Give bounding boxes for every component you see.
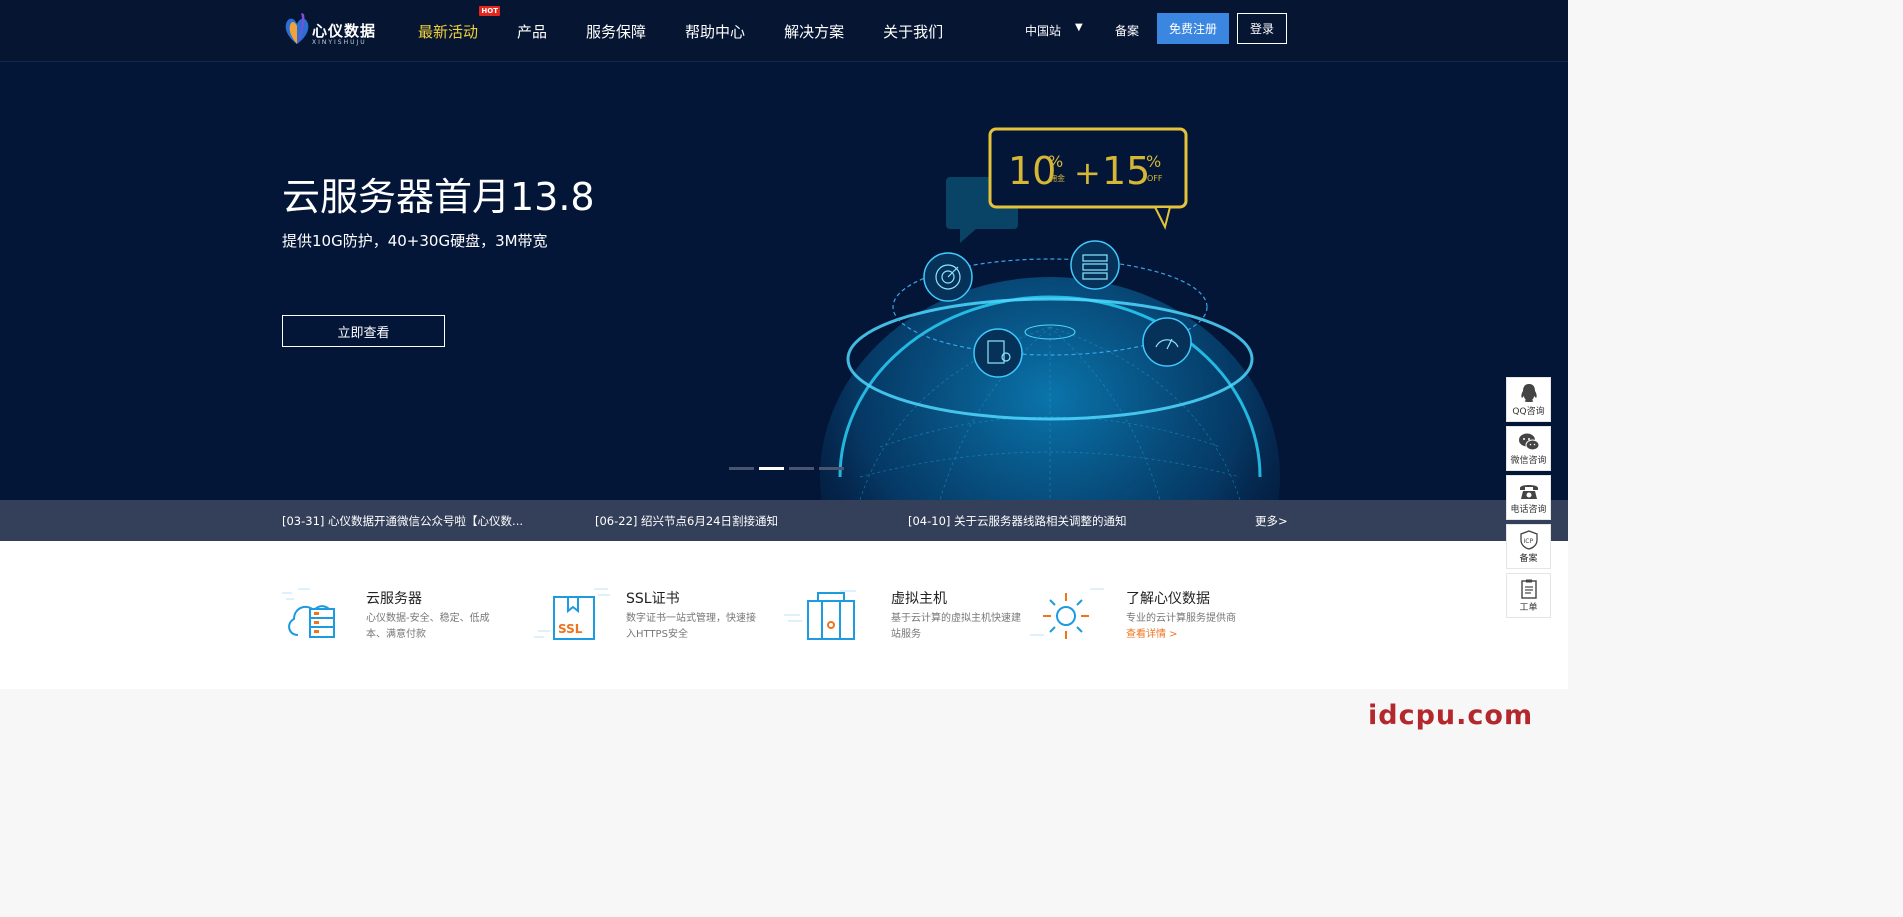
slide-dot[interactable] bbox=[819, 467, 844, 470]
side-item-phone[interactable]: 电话咨询 bbox=[1506, 475, 1551, 520]
main-nav: 最新活动 HOT 产品 服务保障 帮助中心 解决方案 关于我们 bbox=[418, 0, 982, 62]
qq-icon bbox=[1520, 383, 1537, 402]
nav-item-latest-events[interactable]: 最新活动 HOT bbox=[418, 5, 501, 42]
slide-dot[interactable] bbox=[729, 467, 754, 470]
wechat-icon bbox=[1518, 433, 1539, 450]
side-label: 备案 bbox=[1519, 553, 1538, 564]
register-button[interactable]: 免费注册 bbox=[1157, 13, 1229, 44]
about-desc: 专业的云计算服务提供商 bbox=[1126, 613, 1236, 624]
feature-desc: 数字证书一站式管理，快速接入HTTPS安全 bbox=[626, 613, 756, 640]
news-more-link[interactable]: 更多> bbox=[1255, 513, 1288, 529]
feature-desc: 专业的云计算服务提供商 查看详情 > bbox=[1126, 611, 1256, 643]
hero-title: 云服务器首月13.8 bbox=[282, 175, 595, 219]
logo-mark-icon bbox=[285, 13, 309, 44]
feature-title[interactable]: 了解心仪数据 bbox=[1126, 588, 1210, 608]
news-bar: [03-31] 心仪数据开通微信公众号啦【心仪数... [06-22] 绍兴节点… bbox=[0, 500, 1568, 541]
nav-item-help[interactable]: 帮助中心 bbox=[685, 21, 745, 42]
side-item-qq[interactable]: QQ咨询 bbox=[1506, 377, 1551, 422]
icp-icon: ICP bbox=[1519, 529, 1538, 550]
logo-text: 心仪数据 bbox=[312, 22, 377, 40]
nav-item-products[interactable]: 产品 bbox=[517, 21, 547, 42]
hot-badge: HOT bbox=[479, 5, 501, 16]
logo-subtext: XINYISHUJU bbox=[312, 39, 367, 46]
login-button[interactable]: 登录 bbox=[1237, 13, 1287, 44]
virtual-host-icon[interactable] bbox=[782, 585, 862, 645]
side-label: 微信咨询 bbox=[1510, 455, 1547, 466]
ssl-certificate-icon[interactable]: SSL bbox=[534, 585, 614, 645]
features-section: 云服务器 心仪数据-安全、稳定、低成本、满意付款 SSL SSL证书 数字证书一… bbox=[0, 541, 1568, 689]
feature-title[interactable]: SSL证书 bbox=[626, 588, 680, 608]
chevron-down-icon[interactable]: ▼ bbox=[1075, 22, 1083, 33]
news-item[interactable]: [04-10] 关于云服务器线路相关调整的通知 bbox=[908, 513, 1127, 529]
slide-dot[interactable] bbox=[789, 467, 814, 470]
beian-link[interactable]: 备案 bbox=[1115, 22, 1139, 39]
top-header: 心仪数据 XINYISHUJU 最新活动 HOT 产品 服务保障 帮助中心 解决… bbox=[0, 0, 1568, 62]
hero-subtitle: 提供10G防护，40+30G硬盘，3M带宽 bbox=[282, 232, 548, 250]
promo-pct-b: % bbox=[1146, 152, 1161, 171]
feature-desc: 基于云计算的虚拟主机快速建站服务 bbox=[891, 613, 1021, 640]
site-logo[interactable]: 心仪数据 XINYISHUJU bbox=[282, 10, 392, 50]
news-item[interactable]: [06-22] 绍兴节点6月24日割接通知 bbox=[595, 513, 778, 529]
nav-item-service[interactable]: 服务保障 bbox=[586, 21, 646, 42]
side-label: 工单 bbox=[1519, 602, 1538, 613]
feature-title[interactable]: 虚拟主机 bbox=[891, 588, 947, 608]
watermark: idcpu.com bbox=[1368, 700, 1534, 731]
region-selector[interactable]: 中国站 bbox=[1025, 22, 1061, 39]
side-label: QQ咨询 bbox=[1512, 406, 1545, 417]
slide-indicators bbox=[729, 467, 849, 470]
promo-label-a: 佣金 bbox=[1049, 173, 1065, 183]
nav-label: 最新活动 bbox=[418, 22, 479, 41]
hero-banner[interactable]: 云服务器首月13.8 提供10G防护，40+30G硬盘，3M带宽 立即查看 10… bbox=[0, 62, 1568, 500]
view-now-button[interactable]: 立即查看 bbox=[282, 315, 445, 347]
hero-globe-illustration: 10 % 佣金 + 15 % OFF bbox=[820, 127, 1280, 500]
promo-value-b: 15 bbox=[1102, 149, 1150, 193]
nav-item-about[interactable]: 关于我们 bbox=[883, 21, 943, 42]
side-item-ticket[interactable]: 工单 bbox=[1506, 573, 1551, 618]
ticket-icon bbox=[1520, 579, 1537, 599]
nav-item-solutions[interactable]: 解决方案 bbox=[784, 21, 844, 42]
side-label: 电话咨询 bbox=[1510, 504, 1547, 515]
slide-dot[interactable] bbox=[759, 467, 784, 470]
promo-plus: + bbox=[1074, 154, 1101, 192]
side-item-icp[interactable]: ICP 备案 bbox=[1506, 524, 1551, 569]
sun-gear-icon[interactable] bbox=[1030, 585, 1110, 645]
cloud-server-icon[interactable] bbox=[280, 585, 360, 645]
icp-icon-text: ICP bbox=[1523, 538, 1533, 545]
side-item-wechat[interactable]: 微信咨询 bbox=[1506, 426, 1551, 471]
promo-label-b: OFF bbox=[1147, 174, 1163, 183]
ssl-icon-text: SSL bbox=[558, 622, 583, 636]
view-details-link[interactable]: 查看详情 > bbox=[1126, 629, 1178, 640]
promo-pct-a: % bbox=[1048, 152, 1063, 171]
feature-desc: 心仪数据-安全、稳定、低成本、满意付款 bbox=[366, 613, 490, 640]
news-item[interactable]: [03-31] 心仪数据开通微信公众号啦【心仪数... bbox=[282, 513, 523, 529]
feature-title[interactable]: 云服务器 bbox=[366, 588, 422, 608]
phone-icon bbox=[1519, 484, 1538, 499]
side-toolbar: QQ咨询 微信咨询 电话咨询 ICP 备案 工单 bbox=[1506, 377, 1551, 622]
